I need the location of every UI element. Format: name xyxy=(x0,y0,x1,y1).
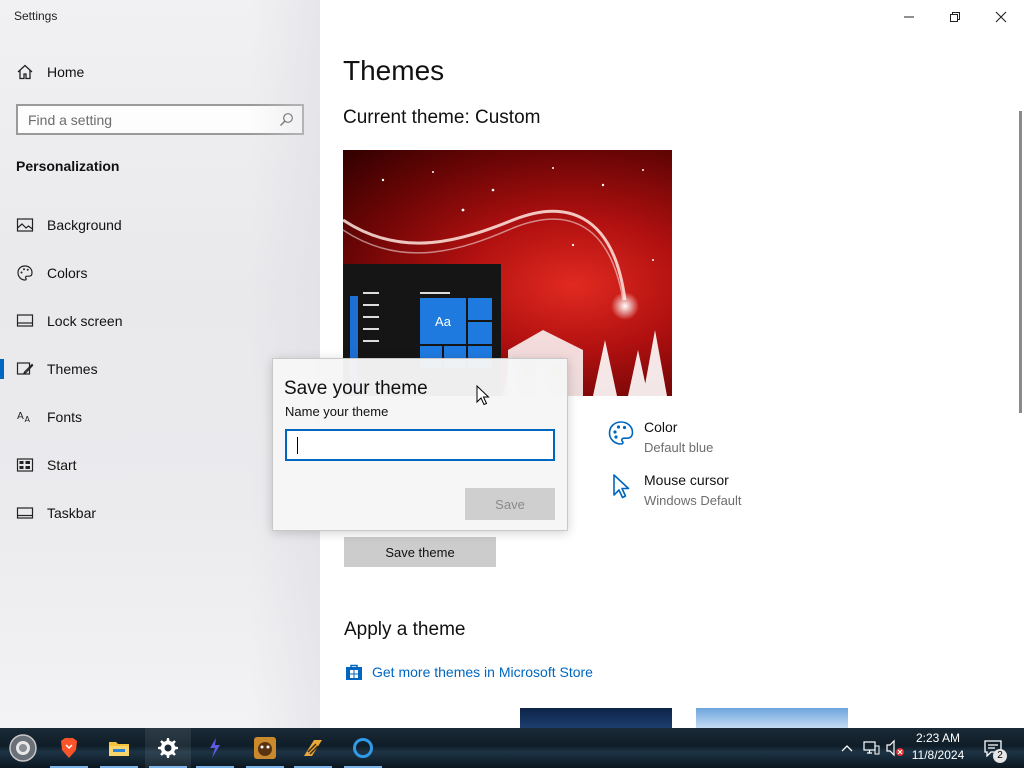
app-icon xyxy=(210,738,220,758)
restore-icon xyxy=(950,12,960,22)
sidebar-item-label: Lock screen xyxy=(47,313,123,329)
sidebar-item-label: Themes xyxy=(47,361,98,377)
taskbar-app-unknown[interactable] xyxy=(192,728,238,768)
scrollbar[interactable] xyxy=(1019,111,1022,413)
sidebar-item-background[interactable]: Background xyxy=(0,205,320,245)
sidebar-item-label: Background xyxy=(47,217,122,233)
mouse-cursor-value: Windows Default xyxy=(644,493,742,508)
taskbar-app-explorer[interactable] xyxy=(96,728,142,768)
start-orb-icon xyxy=(9,734,37,762)
minimize-icon xyxy=(904,16,914,18)
clock-date: 11/8/2024 xyxy=(911,748,965,762)
brave-icon xyxy=(61,738,77,758)
start-button[interactable] xyxy=(0,728,46,768)
sidebar-item-label: Taskbar xyxy=(47,505,97,521)
font-icon: AA xyxy=(17,411,31,424)
show-hidden-icons-button[interactable] xyxy=(838,728,856,768)
palette-icon xyxy=(17,265,33,281)
store-link[interactable]: Get more themes in Microsoft Store xyxy=(344,662,593,682)
restore-button[interactable] xyxy=(932,6,978,28)
sidebar-item-label: Fonts xyxy=(47,409,83,425)
mouse-cursor-label: Mouse cursor xyxy=(644,472,729,488)
app-title: Settings xyxy=(14,9,58,23)
home-label: Home xyxy=(47,64,85,80)
store-icon xyxy=(346,664,362,680)
taskbar: 2:23 AM 11/8/2024 2 xyxy=(0,728,1024,768)
palette-icon xyxy=(608,421,634,445)
search-input[interactable] xyxy=(18,106,268,133)
settings-gear-icon xyxy=(158,738,178,758)
theme-name-field[interactable] xyxy=(285,429,555,461)
home-icon xyxy=(17,64,33,80)
save-theme-dialog: Save your theme Name your theme Save xyxy=(272,358,568,531)
color-setting[interactable]: Color Default blue xyxy=(607,419,713,455)
brush-icon xyxy=(16,362,34,375)
taskbar-app-settings[interactable] xyxy=(145,728,191,768)
dialog-label: Name your theme xyxy=(285,404,389,419)
mouse-pointer-icon xyxy=(476,385,490,406)
notification-count-badge: 2 xyxy=(993,749,1007,763)
section-title: Personalization xyxy=(16,158,120,174)
close-button[interactable] xyxy=(978,6,1024,28)
text-caret xyxy=(297,437,298,454)
svg-text:A: A xyxy=(25,415,31,424)
start-icon xyxy=(16,458,34,472)
sidebar-item-label: Colors xyxy=(47,265,88,281)
network-tray-button[interactable] xyxy=(860,728,882,768)
clock-time: 2:23 AM xyxy=(915,731,961,745)
lock-screen-icon xyxy=(16,314,34,327)
taskbar-app-game[interactable] xyxy=(242,728,288,768)
mouse-cursor-setting[interactable]: Mouse cursor Windows Default xyxy=(607,472,742,508)
color-value: Default blue xyxy=(644,440,714,455)
apply-theme-heading: Apply a theme xyxy=(344,619,466,640)
taskbar-clock[interactable]: 2:23 AM 11/8/2024 xyxy=(900,730,976,766)
dialog-title: Save your theme xyxy=(284,378,428,399)
minimize-button[interactable] xyxy=(886,6,932,28)
color-label: Color xyxy=(644,419,678,435)
home-nav-item[interactable]: Home xyxy=(16,63,84,81)
svg-text:A: A xyxy=(17,411,24,422)
preview-tile: Aa xyxy=(420,298,466,344)
taskbar-app-browser[interactable] xyxy=(340,728,386,768)
theme-thumbnail[interactable] xyxy=(696,708,848,728)
search-icon[interactable] xyxy=(279,112,294,127)
settings-search[interactable] xyxy=(16,104,304,135)
sidebar-item-colors[interactable]: Colors xyxy=(0,253,320,293)
theme-name-input[interactable] xyxy=(287,431,553,459)
close-icon xyxy=(995,11,1007,23)
cursor-icon xyxy=(613,474,630,499)
current-theme-label: Current theme: Custom xyxy=(343,107,541,128)
sidebar-item-lock-screen[interactable]: Lock screen xyxy=(0,301,320,341)
page-title: Themes xyxy=(343,55,445,86)
sidebar-item-label: Start xyxy=(47,457,77,473)
browser-icon xyxy=(353,738,373,758)
save-theme-button[interactable]: Save theme xyxy=(344,537,496,567)
network-icon xyxy=(863,741,880,755)
theme-thumbnail[interactable] xyxy=(520,708,672,728)
taskbar-icon xyxy=(16,507,34,519)
game-icon xyxy=(254,737,276,759)
media-icon xyxy=(304,740,322,756)
taskbar-app-media[interactable] xyxy=(290,728,336,768)
dialog-save-button[interactable]: Save xyxy=(465,488,555,520)
picture-icon xyxy=(16,218,34,232)
file-explorer-icon xyxy=(109,742,129,756)
taskbar-app-brave[interactable] xyxy=(46,728,92,768)
store-link-label: Get more themes in Microsoft Store xyxy=(372,664,593,680)
chevron-up-icon xyxy=(841,745,853,752)
